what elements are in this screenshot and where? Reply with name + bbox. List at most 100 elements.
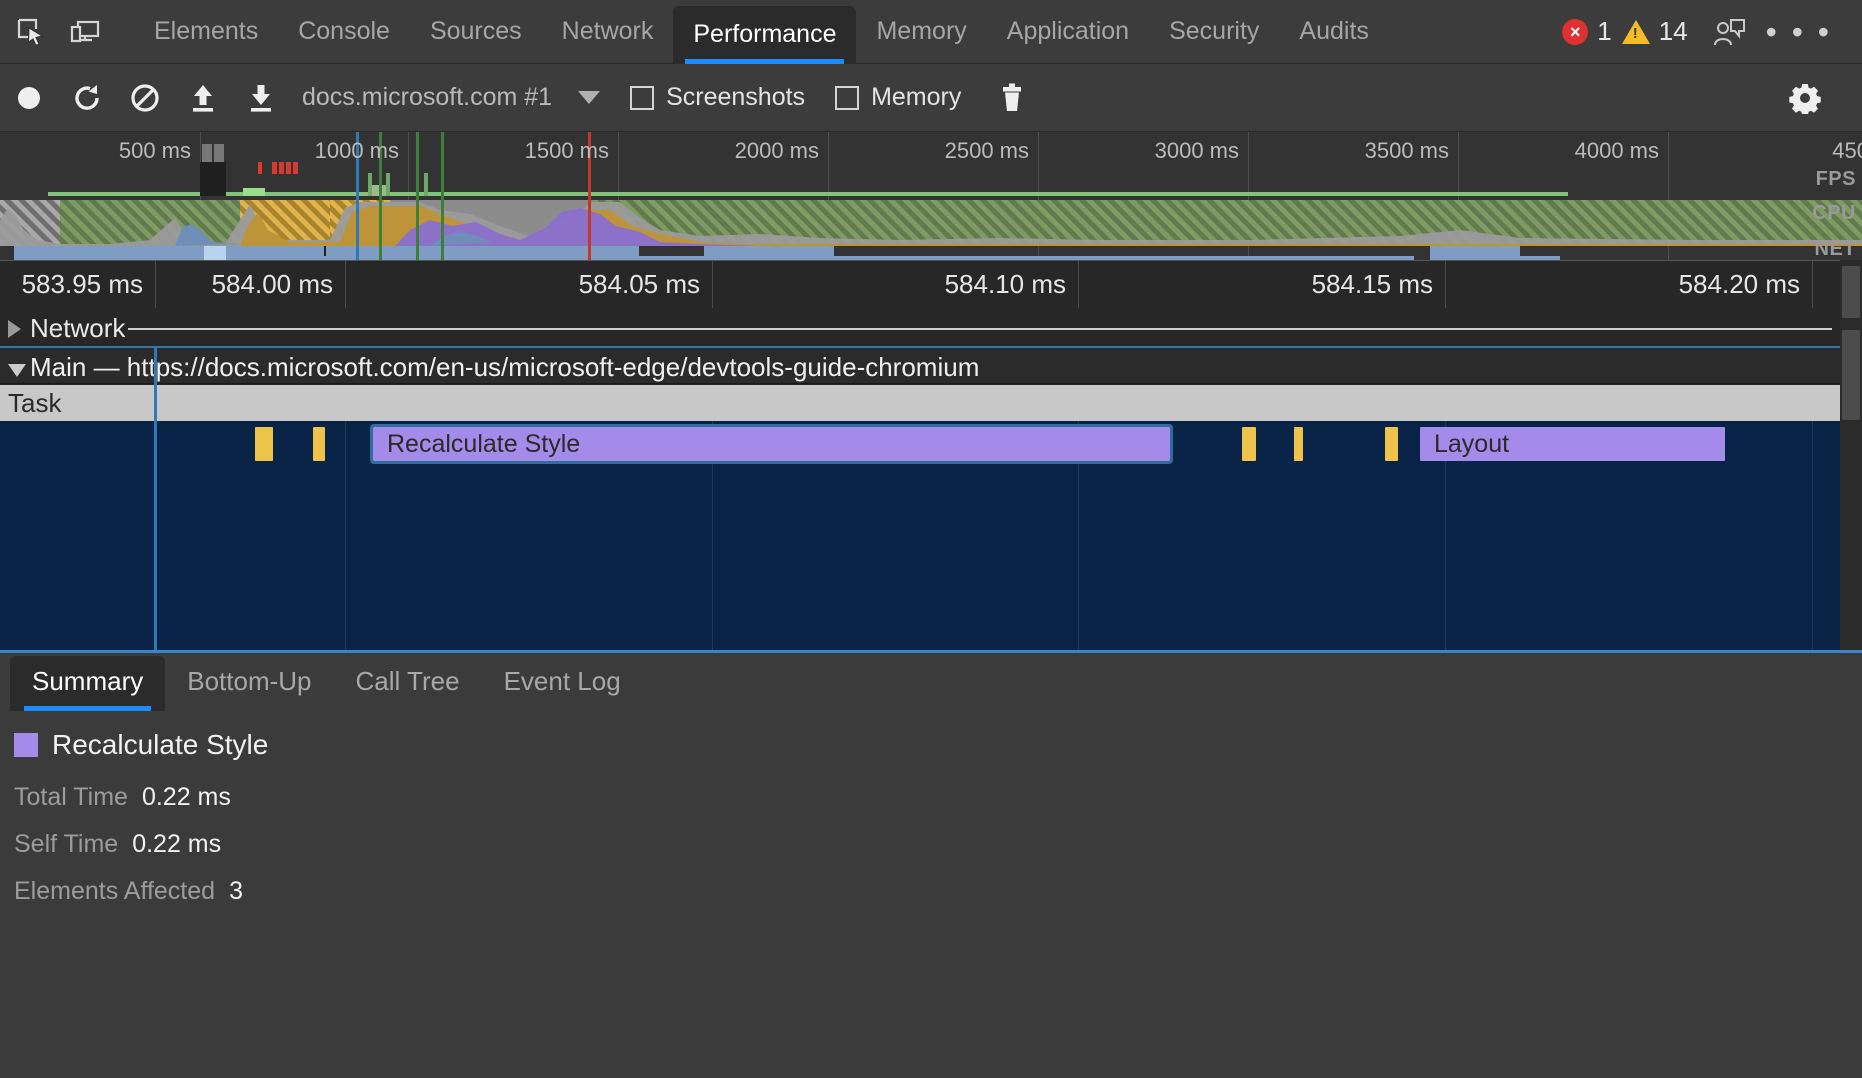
- summary-value: 3: [229, 877, 243, 905]
- track-network[interactable]: Network: [0, 308, 1862, 346]
- load-profile-icon[interactable]: [174, 69, 232, 127]
- event-label: Recalculate Style: [387, 430, 581, 458]
- ruler-gridline: [1445, 261, 1446, 309]
- save-profile-icon[interactable]: [232, 69, 290, 127]
- device-toolbar-icon[interactable]: [62, 9, 108, 55]
- tab-network[interactable]: Network: [542, 0, 674, 64]
- overview-tick-label: 1000 ms: [314, 138, 399, 163]
- ruler-tick-label: 584.15 ms: [1311, 269, 1433, 299]
- flame-chart-body[interactable]: Task Recalculate Style Layout: [0, 385, 1862, 650]
- gear-icon[interactable]: [1776, 69, 1834, 127]
- fps-spike: [243, 188, 265, 196]
- panel-tabs: Elements Console Sources Network Perform…: [134, 0, 1389, 64]
- more-options-icon[interactable]: • • •: [1752, 16, 1846, 48]
- performance-record-toolbar: docs.microsoft.com #1 Screenshots Memory: [0, 64, 1862, 132]
- scrollbar-thumb[interactable]: [1842, 330, 1860, 420]
- inspect-cursor-icon[interactable]: [8, 9, 54, 55]
- network-request-bar: [704, 246, 834, 256]
- chevron-down-icon[interactable]: [8, 364, 26, 377]
- task-bar-main[interactable]: [157, 385, 1840, 421]
- tab-elements[interactable]: Elements: [134, 0, 278, 64]
- ruler-tick-label: 584.05 ms: [578, 269, 700, 299]
- cpu-waveform: [0, 202, 1862, 246]
- summary-row: Total Time 0.22 ms: [14, 783, 1862, 812]
- summary-row: Self Time 0.22 ms: [14, 830, 1862, 859]
- overview-tick-label: 4000 ms: [1574, 138, 1659, 163]
- error-count[interactable]: × 1: [1562, 16, 1612, 47]
- event-paint[interactable]: [313, 427, 325, 461]
- more-glyph: • • •: [1765, 13, 1832, 50]
- warning-icon: [1621, 19, 1650, 44]
- tab-bottom-up[interactable]: Bottom-Up: [165, 656, 333, 711]
- tab-application[interactable]: Application: [987, 0, 1149, 64]
- collect-garbage-icon[interactable]: [983, 69, 1041, 127]
- tab-memory[interactable]: Memory: [856, 0, 986, 64]
- flame-chart-tracks[interactable]: Network Main — https://docs.microsoft.co…: [0, 308, 1862, 650]
- tab-label: Console: [298, 17, 390, 45]
- tab-label: Elements: [154, 17, 259, 45]
- record-circle-icon[interactable]: [0, 69, 58, 127]
- summary-value: 0.22 ms: [132, 830, 222, 858]
- tab-console[interactable]: Console: [278, 0, 410, 64]
- tab-audits[interactable]: Audits: [1279, 0, 1388, 64]
- net-row-label: NET: [1814, 238, 1856, 260]
- chart-gridline: [1078, 385, 1079, 650]
- network-request-bar: [1430, 246, 1520, 256]
- screenshots-label: Screenshots: [666, 83, 806, 111]
- overview-tick-label: 450: [1832, 138, 1862, 163]
- chart-gridline: [345, 385, 346, 650]
- summary-content: Recalculate Style Total Time 0.22 ms Sel…: [0, 711, 1862, 906]
- task-bar-left[interactable]: Task: [0, 385, 154, 421]
- overview-tick-label: 2000 ms: [734, 138, 819, 163]
- tab-label: Performance: [693, 20, 837, 48]
- ruler-gridline: [1812, 261, 1813, 309]
- ruler-tick-label: 584.20 ms: [1678, 269, 1800, 299]
- checkbox-box: [630, 85, 655, 110]
- chevron-right-icon[interactable]: [8, 320, 21, 338]
- summary-row: Elements Affected 3: [14, 877, 1862, 906]
- summary-value: 0.22 ms: [141, 783, 231, 811]
- memory-checkbox[interactable]: Memory: [835, 83, 961, 112]
- tab-label: Call Tree: [355, 666, 460, 696]
- timeline-ruler: 583.95 ms 584.00 ms 584.05 ms 584.10 ms …: [0, 260, 1862, 309]
- event-paint[interactable]: [1385, 427, 1398, 461]
- warning-count-label: 14: [1658, 16, 1688, 46]
- fps-row-label: FPS: [1815, 168, 1856, 190]
- feedback-person-icon[interactable]: [1706, 9, 1752, 55]
- tab-label: Security: [1169, 17, 1260, 45]
- screenshots-checkbox[interactable]: Screenshots: [630, 83, 805, 112]
- tracks-vertical-scrollbar[interactable]: [1840, 260, 1862, 650]
- scrollbar-thumb-top[interactable]: [1842, 266, 1860, 318]
- error-count-label: 1: [1597, 16, 1612, 46]
- event-layout[interactable]: Layout: [1420, 427, 1725, 461]
- chart-gridline: [712, 385, 713, 650]
- tab-sources[interactable]: Sources: [410, 0, 542, 64]
- tab-label: Application: [1006, 17, 1130, 45]
- overview-tick-label: 2500 ms: [944, 138, 1029, 163]
- tab-label: Memory: [876, 17, 967, 45]
- tab-call-tree[interactable]: Call Tree: [334, 656, 482, 711]
- summary-header: Recalculate Style: [14, 729, 1862, 761]
- tab-summary[interactable]: Summary: [10, 656, 166, 711]
- event-paint[interactable]: [255, 427, 273, 461]
- event-recalculate-style[interactable]: Recalculate Style: [370, 424, 1173, 464]
- tab-security[interactable]: Security: [1149, 0, 1279, 64]
- event-paint[interactable]: [1242, 427, 1256, 461]
- timeline-selection-line: [154, 385, 157, 650]
- network-rule-line: [128, 328, 1832, 330]
- warning-count[interactable]: 14: [1621, 16, 1688, 47]
- ruler-tick-label: 584.10 ms: [944, 269, 1066, 299]
- tab-performance[interactable]: Performance: [673, 5, 857, 64]
- cpu-row-label: CPU: [1812, 202, 1856, 224]
- clear-recording-icon[interactable]: [116, 69, 174, 127]
- reload-and-record-icon[interactable]: [58, 69, 116, 127]
- tab-label: Network: [561, 17, 654, 45]
- timeline-overview[interactable]: 500 ms 1000 ms 1500 ms 2000 ms 2500 ms 3…: [0, 132, 1862, 260]
- track-main-header[interactable]: Main — https://docs.microsoft.com/en-us/…: [0, 346, 1862, 384]
- fps-baseline: [48, 192, 1568, 196]
- tab-label: Summary: [32, 666, 144, 696]
- profile-selector-label[interactable]: docs.microsoft.com #1: [302, 83, 552, 112]
- chevron-down-icon[interactable]: [578, 91, 601, 104]
- tab-event-log[interactable]: Event Log: [482, 656, 643, 711]
- event-paint[interactable]: [1294, 427, 1303, 461]
